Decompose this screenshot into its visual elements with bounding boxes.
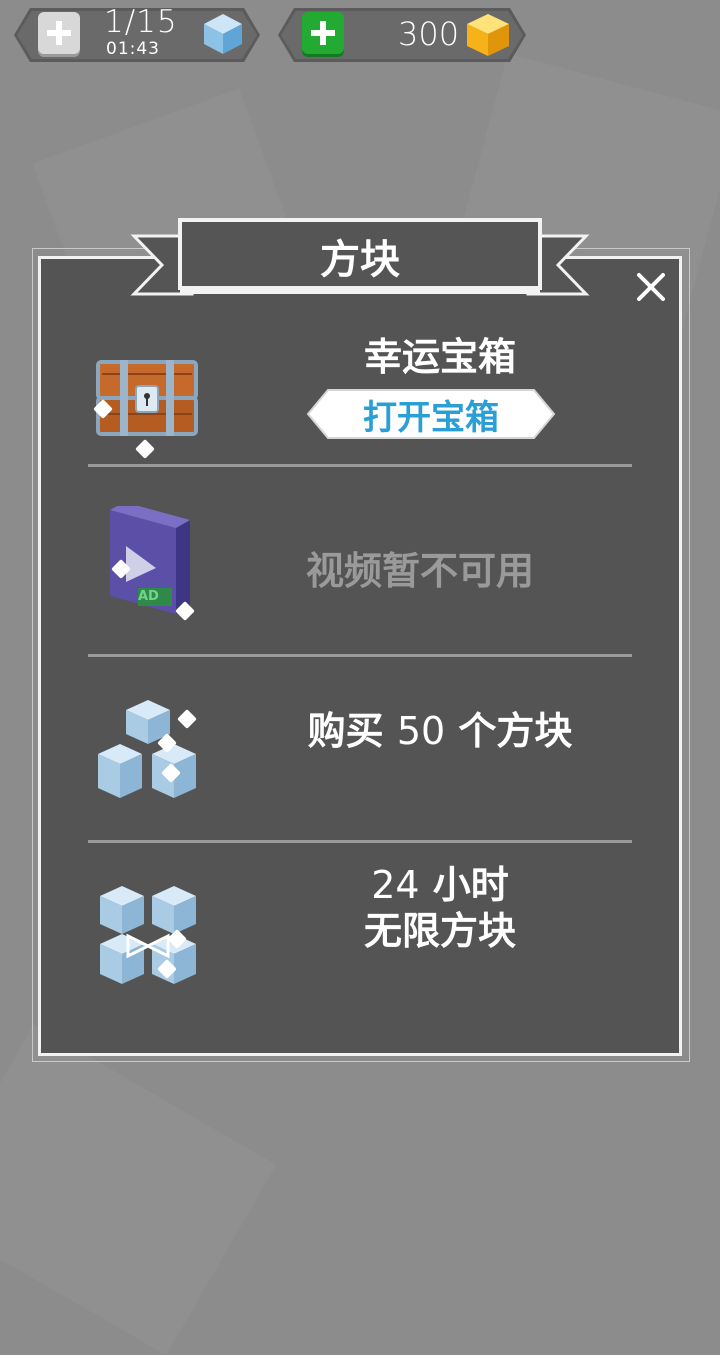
hours-unit: 小时 — [432, 863, 509, 907]
buy-label: 购买 — [307, 709, 384, 753]
ad-badge: AD — [138, 589, 159, 604]
lucky-chest-title: 幸运宝箱 — [363, 335, 516, 379]
open-chest-label: 打开宝箱 — [363, 397, 499, 438]
unlimited-label: 无限方块 — [363, 909, 516, 953]
open-chest-button[interactable]: 打开宝箱 — [306, 388, 556, 440]
close-icon[interactable] — [630, 266, 672, 308]
treasure-chest-icon — [96, 360, 198, 436]
lives-timer: 01:43 — [106, 39, 160, 59]
unlimited-cubes-button[interactable]: 24 小时 无限方块 — [300, 862, 580, 954]
dialog-title: 方块 — [320, 237, 400, 283]
plus-icon — [311, 21, 335, 45]
video-unavailable-label[interactable]: 视频暂不可用 — [270, 540, 570, 595]
coins-count: 300 — [398, 15, 460, 53]
unlimited-cubes-icon — [100, 886, 196, 984]
buy-amount: 50 — [396, 709, 446, 753]
buy-cubes-button[interactable]: 购买 50 个方块 — [270, 700, 610, 755]
gold-cube-icon — [467, 14, 509, 56]
add-coins-button[interactable] — [302, 12, 344, 54]
divider — [88, 654, 632, 657]
lives-counter: 1/15 — [104, 4, 178, 40]
plus-icon — [47, 21, 71, 45]
add-lives-button[interactable] — [38, 12, 80, 54]
buy-unit: 个方块 — [458, 709, 573, 753]
divider — [88, 840, 632, 843]
cube-icon — [204, 14, 242, 54]
divider — [88, 464, 632, 467]
background-shape — [0, 1024, 277, 1355]
hours-value: 24 — [371, 863, 420, 907]
